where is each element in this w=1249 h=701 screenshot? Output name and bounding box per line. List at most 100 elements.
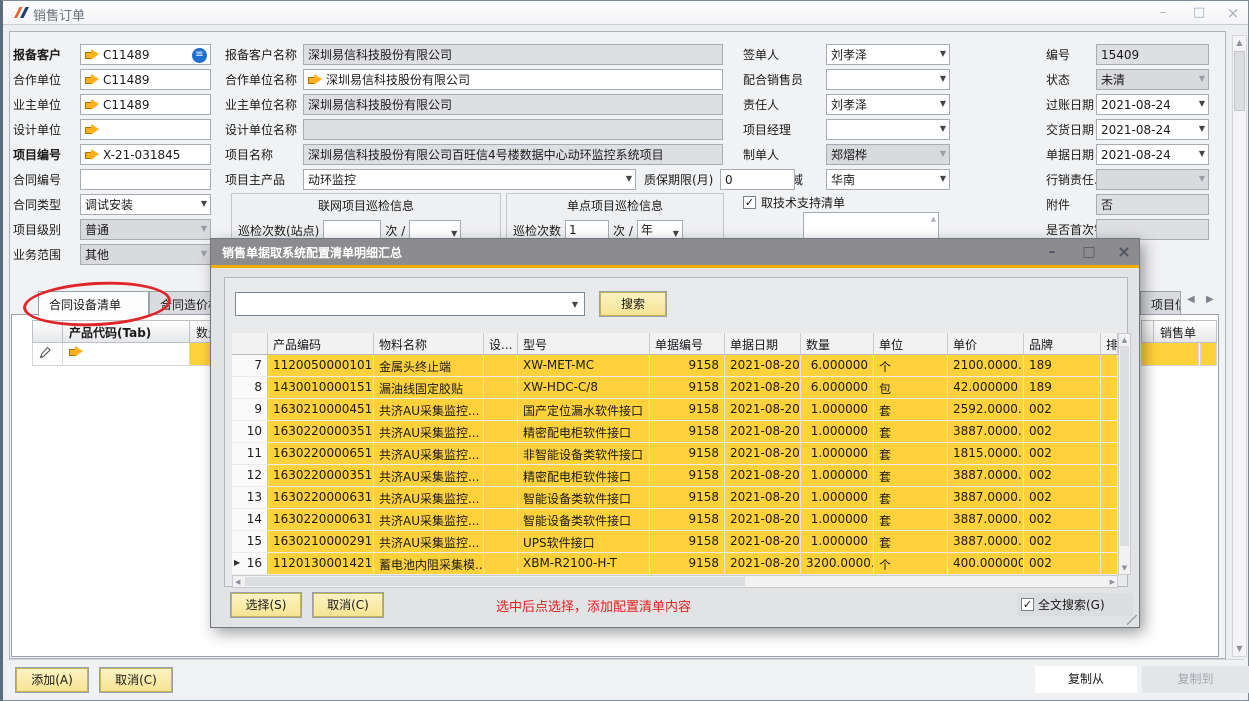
table-cell[interactable]: 6.000000: [801, 377, 874, 399]
status-field[interactable]: 未清▼: [1096, 69, 1209, 90]
table-cell[interactable]: 2021-08-20: [725, 399, 801, 421]
table-cell[interactable]: 个: [874, 355, 948, 377]
dialog-cancel-button[interactable]: 取消(C): [313, 593, 383, 617]
table-cell[interactable]: 套: [874, 509, 948, 531]
scroll-up-icon[interactable]: ▲: [1233, 36, 1246, 50]
column-header[interactable]: [232, 333, 268, 355]
table-cell[interactable]: 个: [874, 553, 948, 575]
table-cell[interactable]: [484, 487, 518, 509]
dropdown-arrow-icon[interactable]: ▼: [201, 249, 207, 258]
tab-contract-cost[interactable]: 合同造价相: [149, 291, 211, 315]
scroll-down-icon[interactable]: ▼: [1119, 562, 1130, 574]
scrollbar-thumb[interactable]: [245, 577, 745, 586]
column-header[interactable]: 单价: [948, 333, 1024, 355]
window-maximize-icon[interactable]: □: [1185, 3, 1213, 23]
row-number-cell[interactable]: 7: [232, 355, 268, 377]
table-cell[interactable]: [484, 509, 518, 531]
table-cell[interactable]: 1.000000: [801, 465, 874, 487]
table-cell[interactable]: [484, 421, 518, 443]
table-cell[interactable]: 非智能设备类软件接口: [518, 443, 650, 465]
link-arrow-icon[interactable]: [85, 74, 99, 85]
table-cell[interactable]: 1630210000291: [268, 531, 374, 553]
table-cell[interactable]: 002: [1024, 531, 1101, 553]
table-cell[interactable]: [484, 531, 518, 553]
table-cell[interactable]: 套: [874, 421, 948, 443]
scroll-left-icon[interactable]: ◀: [235, 578, 240, 586]
table-cell[interactable]: 2021-08-20: [725, 531, 801, 553]
delivery-date-field[interactable]: 2021-08-24▼: [1096, 119, 1209, 140]
column-header[interactable]: 产品编码: [268, 333, 374, 355]
table-cell[interactable]: 1630220000351: [268, 465, 374, 487]
table-cell[interactable]: 002: [1024, 553, 1101, 575]
table-cell[interactable]: 3887.0000...: [948, 531, 1024, 553]
tech-support-checkbox[interactable]: ✓: [743, 196, 756, 209]
copy-to-button[interactable]: 复制到: [1142, 666, 1249, 693]
row-number-cell[interactable]: 12: [232, 465, 268, 487]
table-cell[interactable]: 9158: [650, 531, 725, 553]
table-cell[interactable]: 9158: [650, 421, 725, 443]
document-date-field[interactable]: 2021-08-24▼: [1096, 144, 1209, 165]
link-arrow-icon[interactable]: [308, 74, 322, 85]
table-cell[interactable]: 漏油线固定胶贴: [374, 377, 484, 399]
table-cell[interactable]: 400.000000: [948, 553, 1024, 575]
column-header[interactable]: 物料名称: [374, 333, 484, 355]
table-cell[interactable]: 9158: [650, 465, 725, 487]
scroll-up-icon[interactable]: ▲: [1119, 334, 1130, 346]
table-cell[interactable]: 002: [1024, 421, 1101, 443]
dropdown-arrow-icon[interactable]: ▼: [451, 225, 457, 239]
scroll-down-icon[interactable]: ▼: [1233, 642, 1246, 656]
link-arrow-icon[interactable]: [85, 149, 99, 160]
column-header[interactable]: 品牌: [1024, 333, 1101, 355]
table-cell[interactable]: [1101, 487, 1118, 509]
table-cell[interactable]: [484, 465, 518, 487]
business-scope-field[interactable]: 其他▼: [80, 244, 211, 265]
table-cell[interactable]: [484, 443, 518, 465]
table-cell[interactable]: 002: [1024, 443, 1101, 465]
contract-no-field[interactable]: [80, 169, 211, 190]
table-cell[interactable]: 套: [874, 465, 948, 487]
tab-project-info[interactable]: 项目信: [1140, 291, 1181, 315]
table-cell[interactable]: 3887.0000...: [948, 421, 1024, 443]
table-cell[interactable]: 精密配电柜软件接口: [518, 465, 650, 487]
link-arrow-icon[interactable]: [85, 99, 99, 110]
table-cell[interactable]: [1101, 509, 1118, 531]
table-cell[interactable]: 2021-08-20: [725, 443, 801, 465]
table-cell[interactable]: XW-MET-MC: [518, 355, 650, 377]
first-sale-field[interactable]: [1096, 219, 1209, 240]
table-cell[interactable]: 蓄电池内阻采集模...: [374, 553, 484, 575]
table-cell[interactable]: [484, 377, 518, 399]
dialog-horizontal-scrollbar[interactable]: ◀ ▶: [232, 575, 1118, 588]
row-number-cell[interactable]: 13: [232, 487, 268, 509]
table-cell[interactable]: [484, 399, 518, 421]
table-cell[interactable]: XBM-R2100-H-T: [518, 553, 650, 575]
table-cell[interactable]: 2021-08-20: [725, 421, 801, 443]
scrollbar-thumb[interactable]: [1120, 346, 1129, 546]
tab-next-icon[interactable]: ▶: [1206, 294, 1214, 305]
table-cell[interactable]: 共济AU采集监控...: [374, 399, 484, 421]
inspection-count-input[interactable]: [323, 220, 381, 239]
co-salesman-field[interactable]: ▼: [826, 69, 950, 90]
scrollbar-thumb[interactable]: [1234, 51, 1245, 111]
table-cell[interactable]: 9158: [650, 355, 725, 377]
main-vertical-scrollbar[interactable]: ▲ ▼: [1232, 35, 1247, 657]
table-cell[interactable]: 3887.0000...: [948, 487, 1024, 509]
table-cell[interactable]: 189: [1024, 355, 1101, 377]
table-cell[interactable]: 9158: [650, 443, 725, 465]
table-cell[interactable]: 189: [1024, 377, 1101, 399]
table-cell[interactable]: 3200.0000...: [801, 553, 874, 575]
dropdown-arrow-icon[interactable]: ▼: [201, 224, 207, 233]
owner-unit-field[interactable]: C11489: [80, 94, 211, 115]
column-header[interactable]: 数量: [801, 333, 874, 355]
column-header[interactable]: 单位: [874, 333, 948, 355]
table-cell[interactable]: 1.000000: [801, 509, 874, 531]
table-cell[interactable]: 智能设备类软件接口: [518, 487, 650, 509]
table-cell[interactable]: 金属头终止端: [374, 355, 484, 377]
table-cell[interactable]: 42.000000: [948, 377, 1024, 399]
partner-unit-name-field[interactable]: 深圳易信科技股份有限公司: [303, 69, 723, 90]
table-cell[interactable]: [1101, 377, 1118, 399]
table-cell[interactable]: 1120130001421: [268, 553, 374, 575]
cancel-button[interactable]: 取消(C): [100, 668, 172, 692]
project-level-field[interactable]: 普通▼: [80, 219, 211, 240]
dropdown-arrow-icon[interactable]: ▼: [940, 99, 946, 108]
table-cell[interactable]: XW-HDC-C/8: [518, 377, 650, 399]
